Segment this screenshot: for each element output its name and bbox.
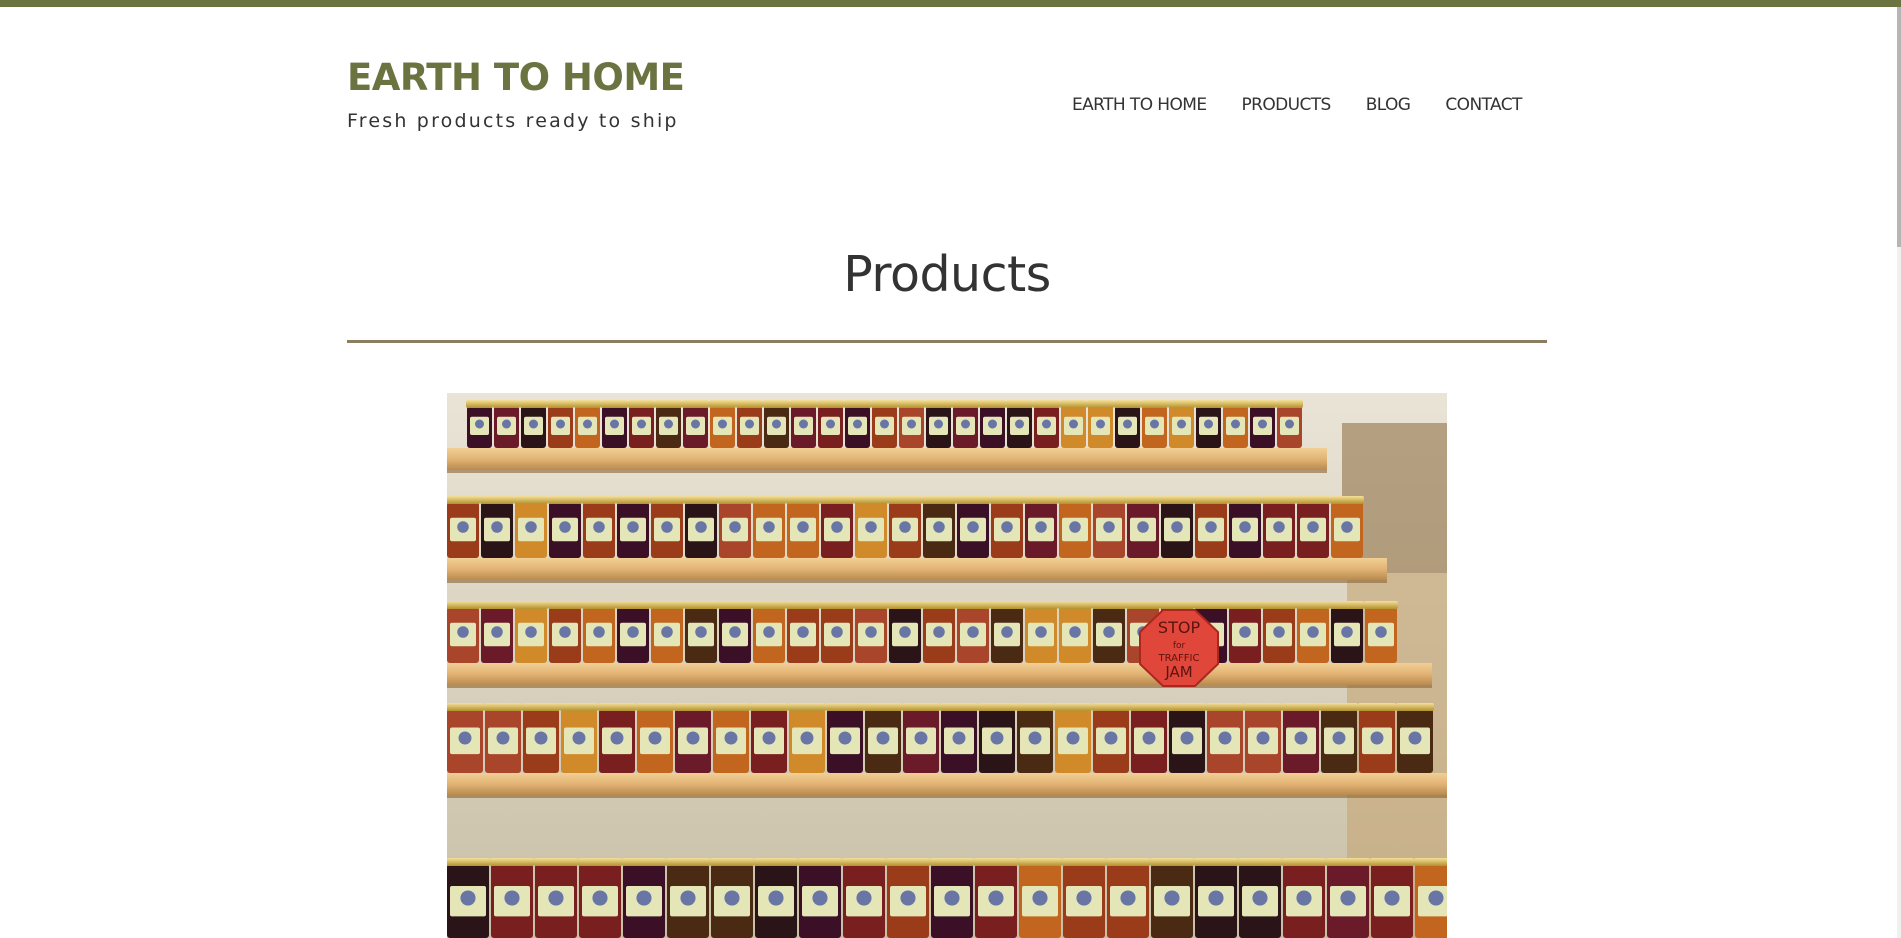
sign-line-1: STOP — [1158, 618, 1201, 637]
main-nav: EARTH TO HOME PRODUCTS BLOG CONTACT — [1060, 92, 1545, 118]
top-accent-bar — [0, 0, 1901, 7]
page-title: Products — [843, 246, 1051, 303]
sign-line-4: JAM — [1164, 663, 1192, 681]
jam-shelves-illustration: STOP for TRAFFIC JAM — [447, 393, 1447, 938]
title-divider — [347, 340, 1547, 343]
nav-item-earth-to-home[interactable]: EARTH TO HOME — [1072, 92, 1207, 118]
traffic-jam-sign: STOP for TRAFFIC JAM — [1139, 609, 1219, 687]
nav-item-blog[interactable]: BLOG — [1366, 92, 1411, 118]
sign-line-2: for — [1173, 641, 1186, 651]
nav-item-products[interactable]: PRODUCTS — [1241, 92, 1331, 118]
site-title[interactable]: EARTH TO HOME — [347, 56, 685, 100]
hero-image-jam-shelves: STOP for TRAFFIC JAM — [447, 393, 1447, 938]
site-tagline: Fresh products ready to ship — [347, 110, 679, 132]
nav-item-contact[interactable]: CONTACT — [1445, 92, 1522, 118]
scrollbar-thumb[interactable] — [1897, 7, 1901, 247]
